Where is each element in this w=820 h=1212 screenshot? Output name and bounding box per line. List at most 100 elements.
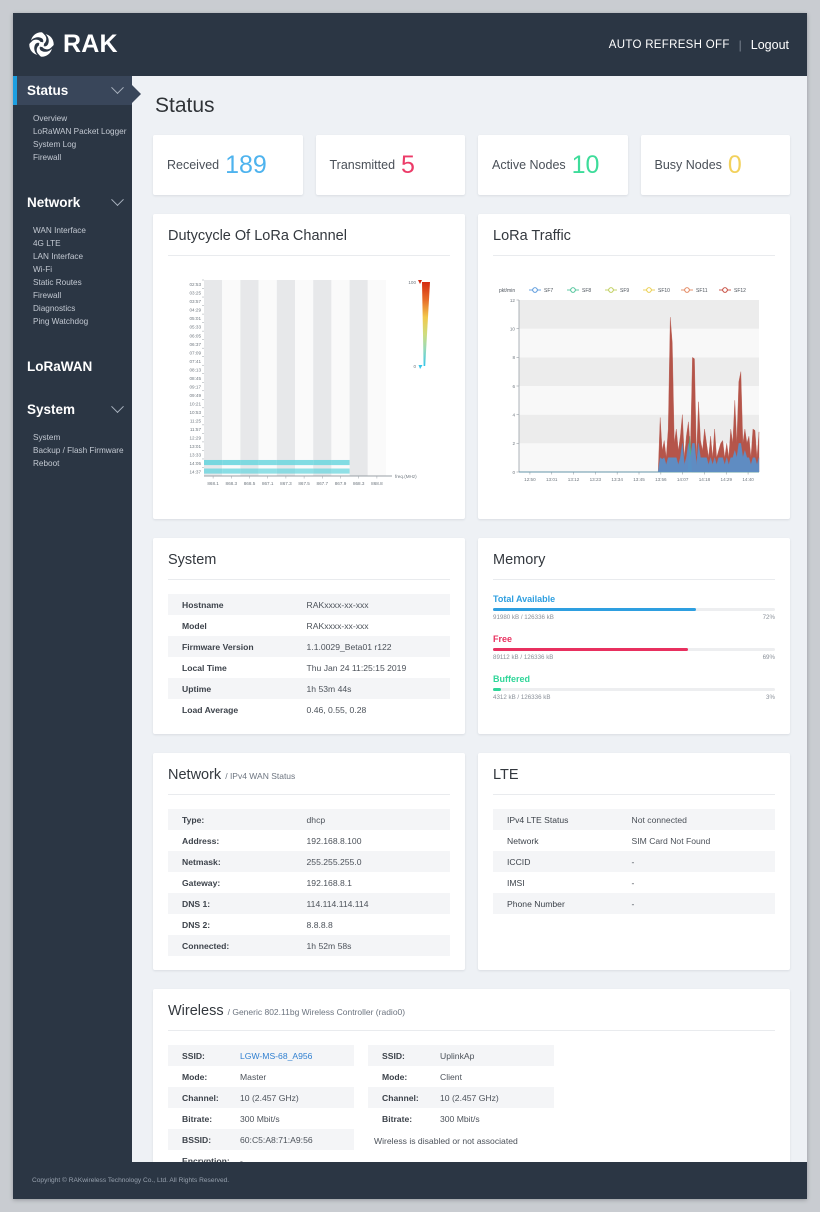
dutycycle-title: Dutycycle Of LoRa Channel xyxy=(168,228,450,256)
stat-card-transmitted[interactable]: Transmitted 5 xyxy=(315,135,465,195)
table-row: Connected: 1h 52m 58s xyxy=(168,935,450,956)
network-lte-row: Network / IPv4 WAN Status Type: dhcp Addr… xyxy=(153,753,790,970)
lora-traffic-chart[interactable]: pkt/min SF7 SF8 SF9 SF10 SF11 SF12 0 2 4 6 8 10 12 12:… xyxy=(493,270,775,505)
memory-total-available: Total Available 91980 kB / 126336 kB 72% xyxy=(493,594,775,621)
list-item: Mode: Client xyxy=(368,1066,554,1087)
stat-card-received[interactable]: Received 189 xyxy=(153,135,303,195)
system-table: Hostname RAKxxxx-xx-xxx Model RAKxxxx-xx-x… xyxy=(168,594,450,720)
row-key: Connected: xyxy=(168,935,301,956)
sidebar-group-system[interactable]: System xyxy=(13,395,132,424)
row-key: Load Average xyxy=(182,704,239,715)
sidebar-sublist-network: WAN Interface 4G LTE LAN Interface Wi-Fi… xyxy=(13,217,132,338)
svg-text:10:21: 10:21 xyxy=(190,401,202,406)
sidebar-item-diagnostics[interactable]: Diagnostics xyxy=(13,302,132,315)
progress-fill xyxy=(493,648,688,651)
svg-text:100: 100 xyxy=(408,280,416,285)
row-key: IMSI xyxy=(507,877,525,888)
sidebar-group-lorawan[interactable]: LoRaWAN xyxy=(13,352,132,381)
memory-bytes: 91980 kB / 126336 kB xyxy=(493,614,554,621)
row-key: Gateway: xyxy=(182,877,221,888)
active-pointer-icon xyxy=(132,85,141,103)
network-table: Type: dhcp Address: 192.168.8.100 Netmask:… xyxy=(168,809,450,956)
network-title-sub: / IPv4 WAN Status xyxy=(225,771,296,781)
wireless-title: Wireless / Generic 802.11bg Wireless Con… xyxy=(168,1003,775,1031)
row-key: Bitrate: xyxy=(182,1113,213,1124)
table-row: Hostname RAKxxxx-xx-xxx xyxy=(168,594,450,615)
brand-text: RAK xyxy=(63,30,118,58)
chevron-down-icon xyxy=(111,81,124,95)
sidebar-item-wan-interface[interactable]: WAN Interface xyxy=(13,224,132,237)
row-value: 300 Mbit/s xyxy=(240,1113,280,1124)
sidebar-item-wifi[interactable]: Wi-Fi xyxy=(13,263,132,276)
table-row: Address: 192.168.8.100 xyxy=(168,830,450,851)
svg-text:08:45: 08:45 xyxy=(190,376,202,381)
row-key: Encryption: xyxy=(182,1155,230,1163)
sidebar-group-network-label: Network xyxy=(27,195,81,210)
stat-card-active-nodes[interactable]: Active Nodes 10 xyxy=(478,135,628,195)
network-title-main: Network xyxy=(168,767,222,783)
memory-percent: 72% xyxy=(762,614,775,621)
svg-text:13:34: 13:34 xyxy=(611,477,623,482)
stat-label: Busy Nodes xyxy=(654,158,722,172)
svg-text:12:29: 12:29 xyxy=(190,436,202,441)
svg-text:SF12: SF12 xyxy=(734,288,746,294)
app-window: RAK AUTO REFRESH OFF | Logout Status Ove… xyxy=(13,13,807,1199)
header-actions: AUTO REFRESH OFF | Logout xyxy=(609,38,789,52)
table-row: Netmask: 255.255.255.0 xyxy=(168,851,450,872)
svg-text:06:05: 06:05 xyxy=(190,333,202,338)
svg-text:07:09: 07:09 xyxy=(190,350,202,355)
main-content: Status Received 189 Transmitted 5 Active… xyxy=(132,76,807,1162)
sidebar-item-ping-watchdog[interactable]: Ping Watchdog xyxy=(13,315,132,328)
sidebar-item-backup-flash-firmware[interactable]: Backup / Flash Firmware xyxy=(13,444,132,457)
memory-footer: 4312 kB / 126336 kB 3% xyxy=(493,694,775,701)
sidebar-item-system-log[interactable]: System Log xyxy=(13,138,132,151)
memory-title: Memory xyxy=(493,552,775,580)
svg-text:14:29: 14:29 xyxy=(721,477,733,482)
sidebar-item-lorawan-packet-logger[interactable]: LoRaWAN Packet Logger xyxy=(13,125,132,138)
stat-card-busy-nodes[interactable]: Busy Nodes 0 xyxy=(640,135,790,195)
svg-text:freq.(MHz): freq.(MHz) xyxy=(395,474,417,479)
row-key: Channel: xyxy=(382,1092,419,1103)
row-key: Phone Number xyxy=(493,893,626,914)
dutycycle-chart[interactable]: 02:53 03:25 03:57 04:29 05:01 05:33 06:05 06:37… xyxy=(168,270,450,505)
sidebar-item-static-routes[interactable]: Static Routes xyxy=(13,276,132,289)
progress-fill xyxy=(493,608,697,611)
svg-text:14:18: 14:18 xyxy=(699,477,711,482)
svg-text:0: 0 xyxy=(512,470,515,475)
row-key: DNS 1: xyxy=(168,893,301,914)
sidebar-group-status[interactable]: Status xyxy=(13,76,141,105)
sidebar-item-firewall[interactable]: Firewall xyxy=(13,151,132,164)
svg-text:09:49: 09:49 xyxy=(190,393,202,398)
row-value: - xyxy=(625,893,775,914)
sidebar-item-overview[interactable]: Overview xyxy=(13,112,132,125)
row-key: Mode: xyxy=(182,1071,208,1082)
svg-text:SF7: SF7 xyxy=(544,288,553,294)
sidebar-item-network-firewall[interactable]: Firewall xyxy=(13,289,132,302)
row-key: Uptime xyxy=(168,678,301,699)
table-row: Model RAKxxxx-xx-xxx xyxy=(168,615,450,636)
auto-refresh-toggle[interactable]: AUTO REFRESH OFF xyxy=(609,39,730,51)
sidebar-item-lan-interface[interactable]: LAN Interface xyxy=(13,250,132,263)
progress-track xyxy=(493,648,775,651)
sidebar-group-network[interactable]: Network xyxy=(13,188,132,217)
sidebar-item-reboot[interactable]: Reboot xyxy=(13,457,132,470)
svg-text:867.5: 867.5 xyxy=(298,481,310,486)
header-separator: | xyxy=(738,37,742,52)
table-row: IMSI - xyxy=(493,872,775,893)
brand[interactable]: RAK xyxy=(27,30,118,59)
stat-card-row: Received 189 Transmitted 5 Active Nodes … xyxy=(153,135,790,195)
chevron-down-icon xyxy=(111,193,124,207)
row-value-ssid[interactable]: LGW-MS-68_A956 xyxy=(240,1051,312,1061)
sidebar-item-system[interactable]: System xyxy=(13,431,132,444)
logout-link[interactable]: Logout xyxy=(751,38,789,52)
svg-text:867.1: 867.1 xyxy=(262,481,274,486)
memory-footer: 89112 kB / 126336 kB 69% xyxy=(493,654,775,661)
network-panel: Network / IPv4 WAN Status Type: dhcp Addr… xyxy=(153,753,465,970)
svg-text:867.7: 867.7 xyxy=(317,481,329,486)
system-memory-row: System Hostname RAKxxxx-xx-xxx Model RAKxx… xyxy=(153,538,790,734)
wireless-radio-master: SSID: LGW-MS-68_A956 Mode: Master Channel:… xyxy=(168,1045,354,1162)
stat-value: 189 xyxy=(225,150,267,179)
row-value: 10 (2.457 GHz) xyxy=(240,1092,299,1103)
sidebar-item-4g-lte[interactable]: 4G LTE xyxy=(13,237,132,250)
